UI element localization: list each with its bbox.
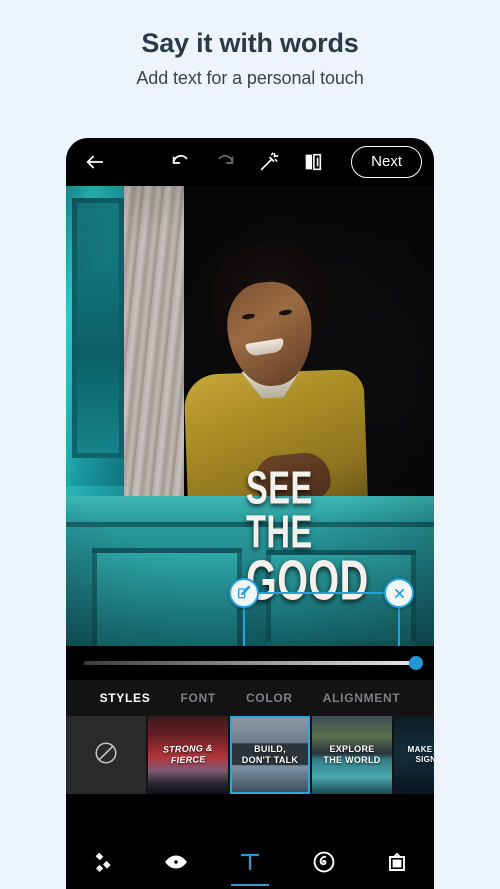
eye-looks-icon xyxy=(163,849,189,880)
promo-header: Say it with words Add text for a persona… xyxy=(0,0,500,89)
opacity-slider-row xyxy=(66,646,434,680)
frame-border-icon xyxy=(385,850,409,879)
next-button[interactable]: Next xyxy=(351,146,422,178)
style-thumb-none[interactable] xyxy=(66,716,146,794)
before-after-compare-icon[interactable] xyxy=(296,145,330,179)
style-thumb-explore-the-world[interactable]: EXPLORE THE WORLD xyxy=(312,716,392,794)
style-thumb-label: BUILD, DON'T TALK xyxy=(241,743,299,765)
tab-font[interactable]: FONT xyxy=(180,691,215,705)
opacity-slider-thumb[interactable] xyxy=(409,656,423,670)
undo-icon[interactable] xyxy=(164,145,198,179)
editor-toolbar: Next xyxy=(66,138,434,186)
style-thumb-label: STRONG & FIERCE xyxy=(162,742,213,766)
style-thumb-label: EXPLORE THE WORLD xyxy=(323,743,381,765)
tab-alignment[interactable]: ALIGNMENT xyxy=(323,691,401,705)
page-title: Say it with words xyxy=(141,28,359,58)
nav-item-heal[interactable] xyxy=(76,840,130,889)
redo-icon[interactable] xyxy=(208,145,242,179)
photo-canvas[interactable]: SEE THE GOOD xyxy=(66,186,434,646)
nav-item-text[interactable] xyxy=(223,840,277,889)
style-thumb-strong-fierce[interactable]: STRONG & FIERCE xyxy=(148,716,228,794)
nav-item-frames[interactable] xyxy=(370,840,424,889)
heal-patch-icon xyxy=(91,850,115,879)
style-thumb-build-dont-talk[interactable]: BUILD, DON'T TALK xyxy=(230,716,310,794)
style-thumb-label: MAKE IT SIMSIGNIFIC xyxy=(407,745,434,764)
nav-item-retouch[interactable] xyxy=(297,840,351,889)
close-x-icon[interactable] xyxy=(384,578,414,608)
text-t-icon xyxy=(238,850,262,879)
tab-styles[interactable]: STYLES xyxy=(100,691,151,705)
page-subtitle: Add text for a personal touch xyxy=(136,68,364,89)
text-option-tabs: STYLES FONT COLOR ALIGNMENT xyxy=(66,680,434,716)
magic-wand-icon[interactable] xyxy=(252,145,286,179)
tab-color[interactable]: COLOR xyxy=(246,691,293,705)
opacity-slider[interactable] xyxy=(84,656,423,670)
style-thumb-make-it-simple[interactable]: MAKE IT SIMSIGNIFIC xyxy=(394,716,434,794)
nav-item-looks[interactable] xyxy=(149,840,203,889)
nav-active-underline xyxy=(230,884,269,886)
photo-image xyxy=(66,186,434,646)
retouch-swirl-icon xyxy=(312,850,336,879)
style-thumbnail-list[interactable]: STRONG & FIERCE BUILD, DON'T TALK EXPLORE T… xyxy=(66,716,434,794)
phone-frame: Next SEE THE GOOD STYLES FONT COLOR ALIG… xyxy=(66,138,434,889)
bottom-nav xyxy=(66,840,434,889)
no-style-icon xyxy=(93,740,119,771)
edit-pencil-icon[interactable] xyxy=(229,578,259,608)
back-arrow-icon[interactable] xyxy=(78,145,112,179)
text-selection-box[interactable] xyxy=(229,578,414,646)
